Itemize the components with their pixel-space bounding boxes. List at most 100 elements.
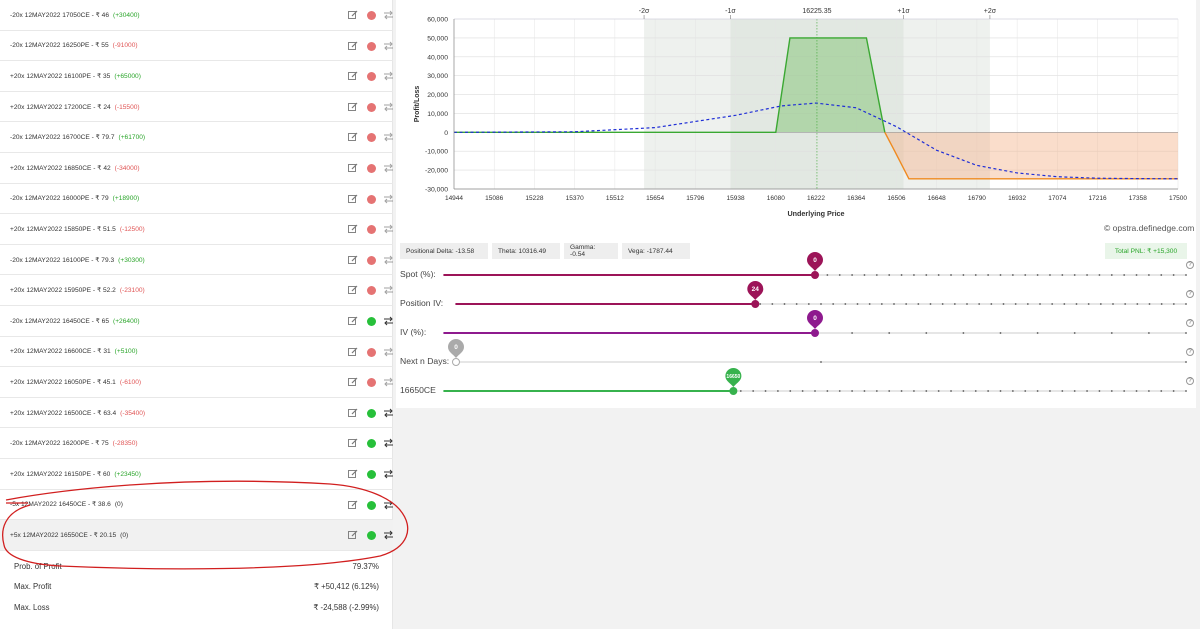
slider-tick xyxy=(801,390,804,392)
exit-swap-icon[interactable] xyxy=(383,438,394,448)
leg-description: +20x 12MAY2022 15850PE - ₹ 51.5 xyxy=(10,225,116,233)
status-toggle-icon[interactable] xyxy=(367,72,376,82)
exit-swap-icon[interactable] xyxy=(383,530,394,540)
leg-row[interactable]: -20x 12MAY2022 17050CE - ₹ 46 (+30400) xyxy=(0,0,393,31)
leg-description: -20x 12MAY2022 16450CE - ₹ 65 xyxy=(10,317,110,325)
status-toggle-icon[interactable] xyxy=(367,470,376,479)
leg-row[interactable]: -5x 12MAY2022 16450CE - ₹ 38.6 (0) xyxy=(0,490,393,521)
exit-swap-icon[interactable] xyxy=(383,41,394,51)
slider-tick xyxy=(795,303,798,305)
exit-swap-icon[interactable] xyxy=(383,71,394,81)
slider-tick xyxy=(888,390,891,392)
leg-row[interactable]: +5x 12MAY2022 16550CE - ₹ 20.15 (0) xyxy=(0,520,393,551)
leg-pnl: (+23450) xyxy=(114,470,141,478)
slider-tick xyxy=(1036,390,1039,392)
leg-row[interactable]: -20x 12MAY2022 16100PE - ₹ 79.3 (+30300) xyxy=(0,245,393,276)
leg-row[interactable]: +20x 12MAY2022 16100PE - ₹ 35 (+65000) xyxy=(0,61,393,92)
edit-icon[interactable] xyxy=(348,438,358,448)
exit-swap-icon[interactable] xyxy=(383,255,394,265)
leg-row[interactable]: +20x 12MAY2022 17200CE - ₹ 24 (-15500) xyxy=(0,92,393,123)
leg-row[interactable]: +20x 12MAY2022 16600CE - ₹ 31 (+5100) xyxy=(0,337,393,368)
slider-value: 0 xyxy=(813,257,817,264)
slider-track[interactable]: 0 xyxy=(396,309,1196,339)
slider-track[interactable]: 0 xyxy=(396,251,1196,281)
edit-icon[interactable] xyxy=(348,347,358,357)
slider-tick xyxy=(739,332,742,334)
leg-row[interactable]: +20x 12MAY2022 16500CE - ₹ 63.4 (-35400) xyxy=(0,398,393,429)
edit-icon[interactable] xyxy=(348,316,358,326)
slider-tick xyxy=(832,303,835,305)
slider-tick xyxy=(999,332,1002,334)
exit-swap-icon[interactable] xyxy=(383,163,394,173)
leg-row[interactable]: -20x 12MAY2022 16450CE - ₹ 65 (+26400) xyxy=(0,306,393,337)
exit-swap-icon[interactable] xyxy=(383,10,394,20)
status-toggle-icon[interactable] xyxy=(367,286,376,296)
status-toggle-icon[interactable] xyxy=(367,225,376,235)
slider-track[interactable]: 0 xyxy=(396,338,1196,368)
slider-track[interactable]: 24 xyxy=(396,280,1196,310)
exit-swap-icon[interactable] xyxy=(383,469,394,479)
edit-icon[interactable] xyxy=(348,194,358,204)
slider-tick xyxy=(987,390,990,392)
exit-swap-icon[interactable] xyxy=(383,132,394,142)
status-toggle-icon[interactable] xyxy=(367,255,376,265)
leg-description: +20x 12MAY2022 16500CE - ₹ 63.4 xyxy=(10,409,117,417)
edit-icon[interactable] xyxy=(348,132,358,142)
slider-tick xyxy=(640,390,643,392)
status-toggle-icon[interactable] xyxy=(367,11,376,20)
status-toggle-icon[interactable] xyxy=(367,317,376,326)
exit-swap-icon[interactable] xyxy=(383,102,394,112)
edit-icon[interactable] xyxy=(348,71,358,81)
leg-text: -20x 12MAY2022 16250PE - ₹ 55 (-91000) xyxy=(10,41,138,49)
status-toggle-icon[interactable] xyxy=(367,439,376,449)
edit-icon[interactable] xyxy=(348,102,358,112)
edit-icon[interactable] xyxy=(348,255,358,265)
status-toggle-icon[interactable] xyxy=(367,133,376,143)
slider-tick xyxy=(504,274,507,276)
slider-track[interactable]: 16650 xyxy=(396,367,1196,397)
edit-icon[interactable] xyxy=(348,377,358,387)
leg-row[interactable]: +20x 12MAY2022 16850CE - ₹ 42 (-34000) xyxy=(0,153,393,184)
exit-swap-icon[interactable] xyxy=(383,194,394,204)
leg-row[interactable]: -20x 12MAY2022 16200PE - ₹ 75 (-28350) xyxy=(0,428,393,459)
leg-text: -20x 12MAY2022 16200PE - ₹ 75 (-28350) xyxy=(10,439,138,447)
status-toggle-icon[interactable] xyxy=(367,194,376,204)
edit-icon[interactable] xyxy=(348,500,358,510)
edit-icon[interactable] xyxy=(348,41,358,51)
slider-tick xyxy=(962,390,965,392)
leg-row[interactable]: -20x 12MAY2022 16250PE - ₹ 55 (-91000) xyxy=(0,31,393,62)
exit-swap-icon[interactable] xyxy=(383,408,394,418)
edit-icon[interactable] xyxy=(348,408,358,418)
status-toggle-icon[interactable] xyxy=(367,164,376,173)
slider-tick xyxy=(628,274,631,276)
status-toggle-icon[interactable] xyxy=(367,102,376,112)
status-toggle-icon[interactable] xyxy=(367,41,376,51)
status-toggle-icon[interactable] xyxy=(367,531,376,541)
leg-row[interactable]: -20x 12MAY2022 16000PE - ₹ 79 (+18900) xyxy=(0,184,393,215)
edit-icon[interactable] xyxy=(348,469,358,479)
status-toggle-icon[interactable] xyxy=(367,347,376,357)
status-toggle-icon[interactable] xyxy=(367,378,376,388)
edit-icon[interactable] xyxy=(348,285,358,295)
exit-swap-icon[interactable] xyxy=(383,500,394,510)
edit-icon[interactable] xyxy=(348,10,358,20)
status-toggle-icon[interactable] xyxy=(367,408,376,418)
edit-icon[interactable] xyxy=(348,530,358,540)
slider-tick xyxy=(653,390,656,392)
slider-value: 24 xyxy=(752,286,760,293)
leg-row[interactable]: -20x 12MAY2022 16700CE - ₹ 79.7 (+61700) xyxy=(0,122,393,153)
edit-icon[interactable] xyxy=(348,224,358,234)
exit-swap-icon[interactable] xyxy=(383,224,394,234)
leg-row[interactable]: +20x 12MAY2022 16050PE - ₹ 45.1 (-6100) xyxy=(0,367,393,398)
edit-icon[interactable] xyxy=(348,163,358,173)
leg-row[interactable]: +20x 12MAY2022 15950PE - ₹ 52.2 (-23100) xyxy=(0,275,393,306)
exit-swap-icon[interactable] xyxy=(383,316,394,326)
exit-swap-icon[interactable] xyxy=(383,377,394,387)
leg-row[interactable]: +20x 12MAY2022 15850PE - ₹ 51.5 (-12500) xyxy=(0,214,393,245)
slider-tick xyxy=(480,332,482,334)
slider-tick xyxy=(953,303,956,305)
exit-swap-icon[interactable] xyxy=(383,347,394,357)
exit-swap-icon[interactable] xyxy=(383,285,394,295)
status-toggle-icon[interactable] xyxy=(367,500,376,510)
leg-row[interactable]: +20x 12MAY2022 16150PE - ₹ 60 (+23450) xyxy=(0,459,393,490)
